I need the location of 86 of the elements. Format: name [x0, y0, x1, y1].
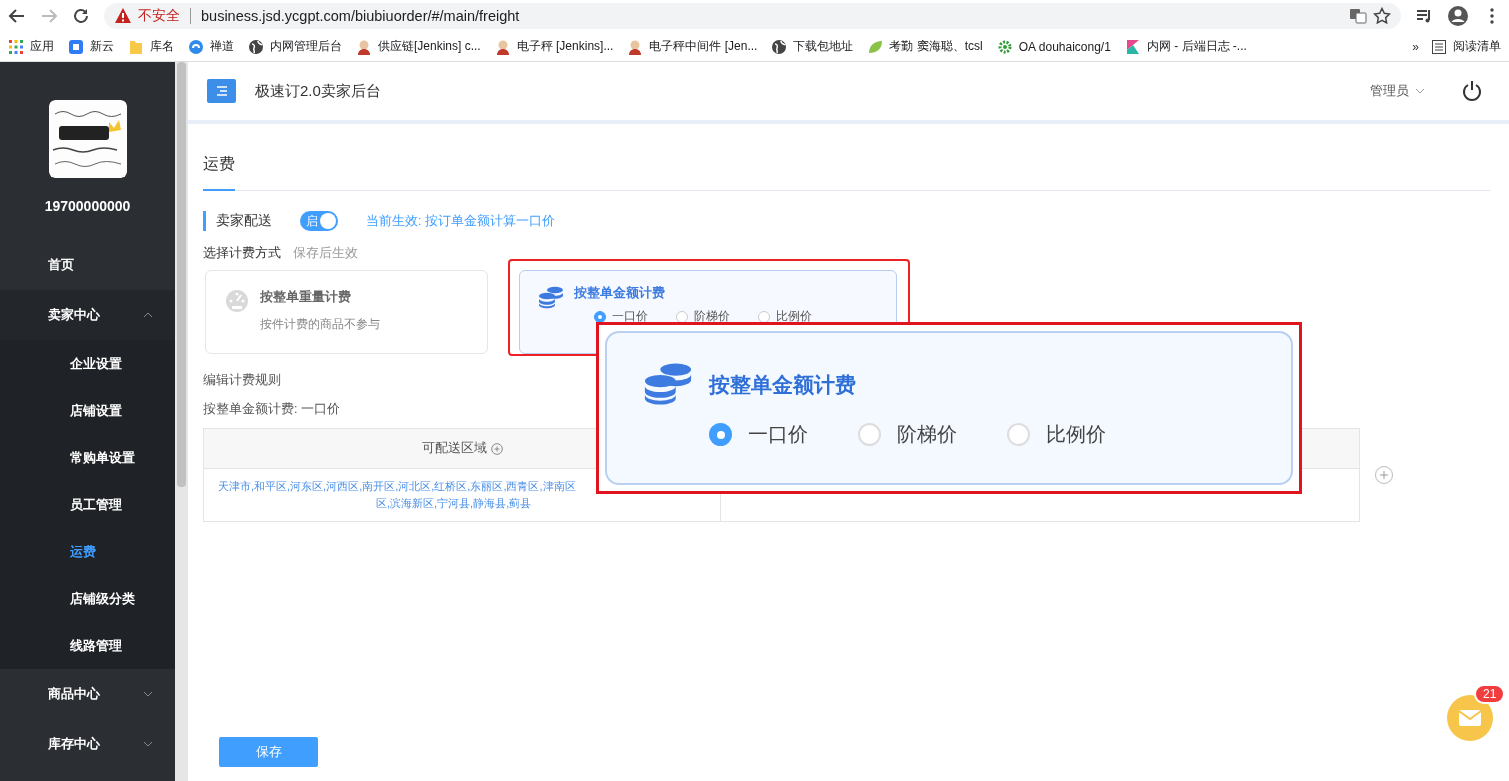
- bookmark[interactable]: 内网管理后台: [248, 38, 342, 55]
- field-label: 选择计费方式: [203, 245, 281, 262]
- submenu-item[interactable]: 员工管理: [0, 481, 175, 528]
- globe-icon: [248, 38, 264, 55]
- option-card[interactable]: 按整单重量计费 按件计费的商品不参与: [205, 270, 488, 354]
- card-title: 按整单重量计费: [260, 289, 352, 306]
- coins-icon: [643, 361, 693, 405]
- add-icon[interactable]: [490, 442, 503, 455]
- bookmark[interactable]: 电子秤中间件 [Jen...: [627, 38, 758, 55]
- submenu-item[interactable]: 店铺设置: [0, 387, 175, 434]
- person-icon: [627, 38, 644, 55]
- rule-summary: 按整单金额计费: 一口价: [203, 401, 340, 418]
- back-icon[interactable]: [8, 7, 26, 25]
- submenu-item[interactable]: 线路管理: [0, 622, 175, 669]
- status-text: 当前生效: 按订单金额计算一口价: [366, 212, 555, 230]
- card-title: 按整单金额计费: [709, 372, 857, 398]
- submenu-item[interactable]: 店铺级分类: [0, 575, 175, 622]
- radio-button[interactable]: [594, 310, 606, 323]
- chevron-icon: [143, 739, 153, 749]
- gauge-icon: [224, 289, 250, 313]
- chevron-icon: [143, 689, 153, 699]
- globe-icon: [771, 38, 788, 55]
- submenu-item[interactable]: 运费: [0, 528, 175, 575]
- apps-grid-icon: [8, 38, 24, 55]
- card-note: 按件计费的商品不参与: [260, 316, 380, 333]
- gear-icon: [996, 38, 1013, 55]
- person-icon: [356, 38, 372, 55]
- power-icon[interactable]: [1461, 80, 1483, 102]
- submenu-item[interactable]: 企业设置: [0, 340, 175, 387]
- overflow-chevron[interactable]: »: [1412, 39, 1419, 54]
- radio-option[interactable]: 阶梯价: [858, 421, 957, 448]
- reading-list-button[interactable]: 阅读清单: [1431, 38, 1501, 55]
- app-icon: [68, 38, 84, 55]
- region-text: 区,滨海新区,宁河县,静海县,蓟县: [376, 496, 532, 511]
- menu-item[interactable]: 商品中心: [0, 669, 175, 719]
- kibana-icon: [1124, 38, 1141, 55]
- radio-button[interactable]: [758, 310, 770, 323]
- region-text: 天津市,和平区,河东区,河西区,南开区,河北区,红桥区,东丽区,西青区,津南区: [218, 479, 576, 494]
- playlist-icon[interactable]: [1415, 7, 1433, 25]
- bookmark[interactable]: 新云: [68, 38, 114, 55]
- bookmark[interactable]: 下载包地址: [771, 38, 854, 55]
- account-number: 19700000000: [43, 198, 132, 214]
- scrollbar-thumb[interactable]: [177, 62, 186, 487]
- card-title: 按整单金额计费: [574, 285, 666, 302]
- column-header: 可配送区域: [421, 441, 487, 455]
- menu-button[interactable]: [207, 79, 236, 103]
- bookmark[interactable]: 电子秤 [Jenkins]...: [494, 38, 614, 55]
- coins-icon: [538, 285, 564, 309]
- address-bar[interactable]: 不安全 business.jsd.ycgpt.com/biubiuorder/#/main/freight: [104, 3, 1401, 29]
- leaf-icon: [867, 38, 884, 55]
- person-icon: [494, 38, 511, 55]
- menu-item[interactable]: 库存中心: [0, 719, 175, 769]
- menu-item[interactable]: 首页: [0, 240, 175, 290]
- section-title: 卖家配送: [216, 212, 272, 230]
- folder-icon: [128, 38, 144, 55]
- list-icon: [1431, 38, 1447, 55]
- url-text: business.jsd.ycgpt.com/biubiuorder/#/main/freight: [201, 8, 521, 24]
- bookmark[interactable]: 禅道: [188, 38, 234, 55]
- bookmark[interactable]: OA douhaicong/1: [996, 38, 1111, 55]
- star-icon[interactable]: [1373, 7, 1391, 25]
- radio-button[interactable]: [709, 423, 732, 446]
- radio-option[interactable]: 一口价: [709, 421, 808, 448]
- chevron-icon: [1415, 86, 1425, 96]
- bookmark[interactable]: 内网 - 后端日志 -...: [1124, 38, 1247, 55]
- radio-button[interactable]: [676, 310, 688, 323]
- menu-icon: [215, 85, 228, 97]
- bookmark[interactable]: 供应链[Jenkins] c...: [356, 38, 481, 55]
- bookmark[interactable]: 应用: [8, 38, 54, 55]
- hint-text: 保存后生效: [293, 245, 358, 262]
- translate-icon[interactable]: [1349, 7, 1367, 25]
- menu-item[interactable]: 卖家中心: [0, 290, 175, 340]
- account-icon[interactable]: [1447, 5, 1469, 27]
- swirl-icon: [188, 38, 204, 55]
- bookmark[interactable]: 考勤 窦海聪、tcsl: [867, 38, 983, 55]
- chevron-icon: [143, 310, 153, 320]
- tab[interactable]: 运费: [203, 150, 235, 191]
- warning-icon: [114, 7, 132, 25]
- reload-icon[interactable]: [72, 7, 90, 25]
- radio-option[interactable]: 比例价: [1007, 421, 1106, 448]
- bookmark[interactable]: 库名: [128, 38, 174, 55]
- app-title: 极速订2.0卖家后台: [255, 81, 381, 101]
- section-label: 编辑计费规则: [203, 372, 281, 389]
- security-label: 不安全: [138, 7, 180, 25]
- user-menu[interactable]: 管理员: [1370, 82, 1425, 100]
- notification-badge: 21: [1474, 684, 1506, 704]
- submenu-item[interactable]: 常购单设置: [0, 434, 175, 481]
